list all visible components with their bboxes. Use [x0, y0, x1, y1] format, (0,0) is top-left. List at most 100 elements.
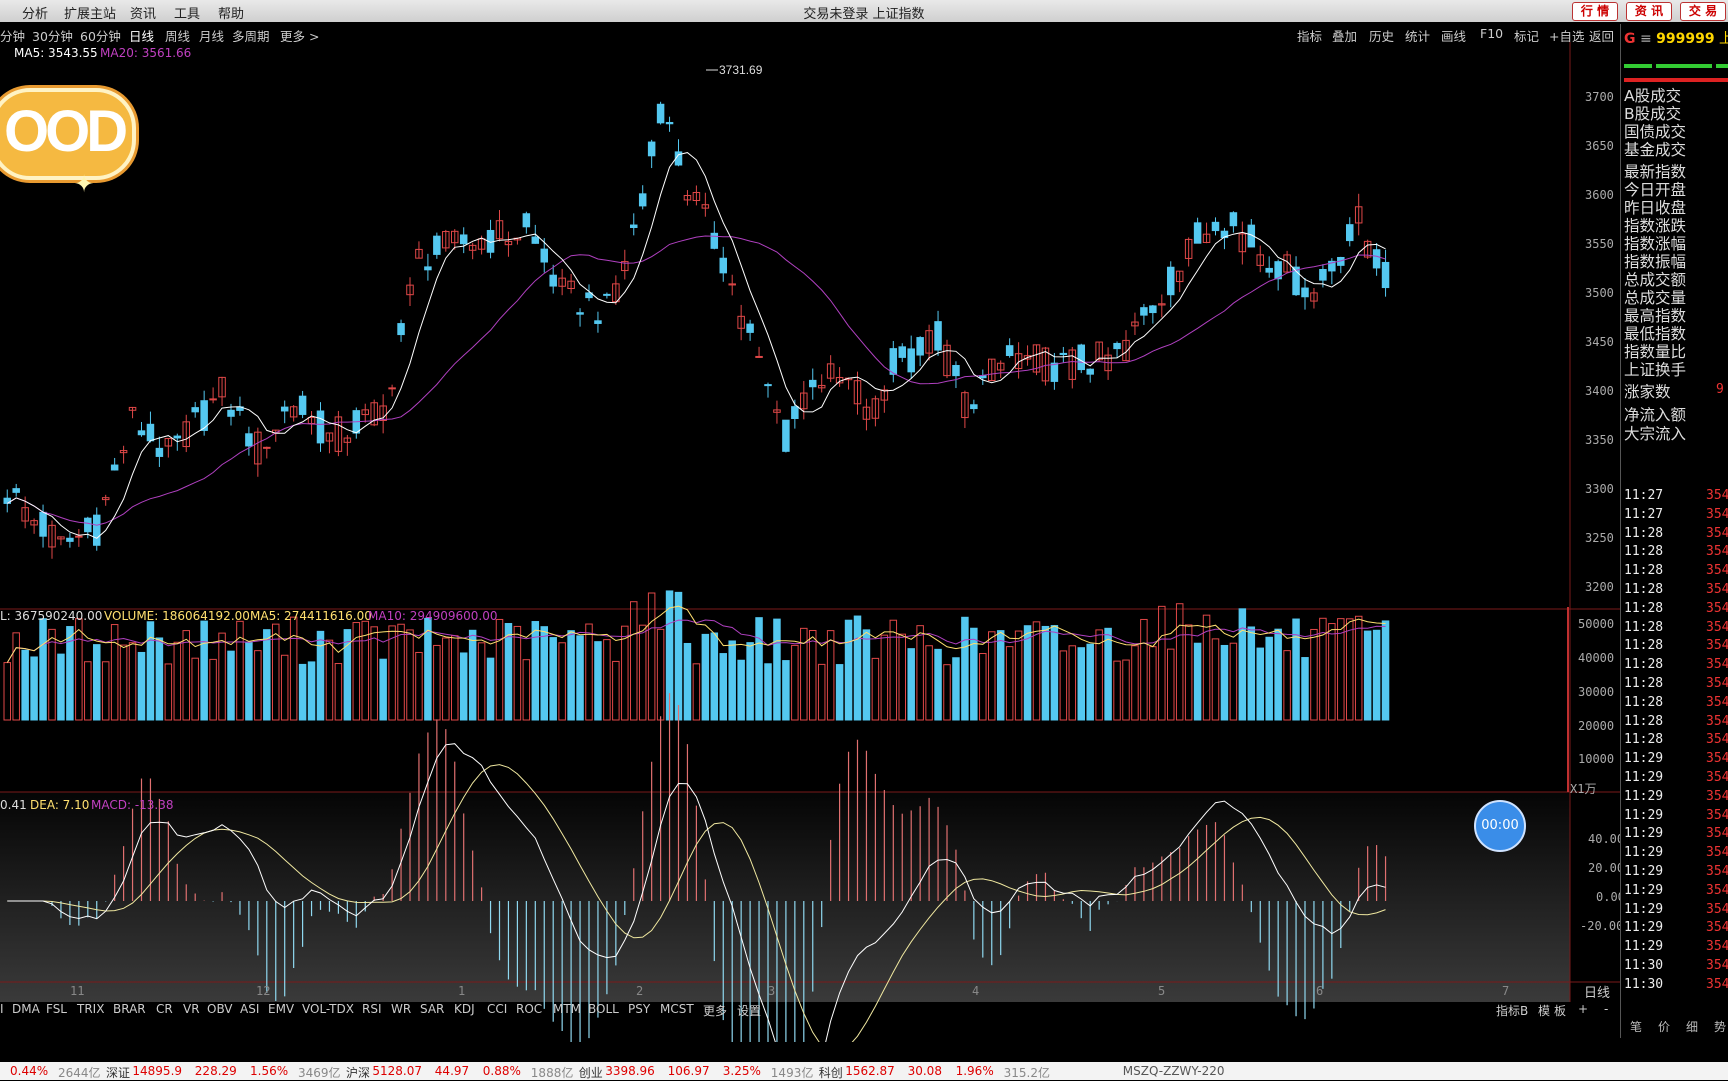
candle — [782, 419, 790, 452]
ind-tab-mtm[interactable]: MTM — [553, 1002, 581, 1016]
month-tick: 5 — [1158, 984, 1166, 998]
candle — [889, 348, 898, 375]
volume-bar — [1104, 627, 1112, 721]
ind-tab-vr[interactable]: VR — [183, 1002, 200, 1016]
volume-bar — [245, 641, 253, 721]
ind-tab-vol-tdx[interactable]: VOL-TDX — [302, 1002, 354, 1016]
ind-tab-dma[interactable]: DMA — [12, 1002, 40, 1016]
tool-f10[interactable]: F10 — [1480, 26, 1503, 41]
tick-price: 354 — [1706, 619, 1728, 635]
volume-bar — [594, 641, 602, 721]
ind-tab-cr[interactable]: CR — [156, 1002, 173, 1016]
quote-label: 上证换手 — [1624, 361, 1687, 379]
volume-bar — [782, 660, 790, 721]
timer-badge[interactable]: 00:00 — [1474, 800, 1526, 852]
candle — [137, 430, 146, 436]
price-tick: 3550 — [1585, 237, 1614, 251]
tick-price: 354 — [1706, 845, 1728, 861]
tick-price: 354 — [1706, 582, 1728, 597]
candle — [1319, 269, 1327, 281]
flow-label: 涨家数 — [1624, 383, 1671, 401]
stock-code-suffix: 上 — [1719, 31, 1728, 47]
status-item: 3398.96 — [605, 1064, 655, 1078]
month-tick: 7 — [1502, 984, 1510, 998]
status-item: 44.97 — [434, 1064, 470, 1078]
ind-tab[interactable]: I — [0, 1002, 4, 1016]
ind-tab-more[interactable]: 更多 — [703, 1002, 727, 1019]
status-item: 315.2亿 — [1003, 1066, 1050, 1080]
ind-tab-kdj[interactable]: KDJ — [454, 1002, 475, 1016]
ind-tab-sar[interactable]: SAR — [420, 1002, 444, 1016]
candle — [907, 348, 915, 373]
candle — [540, 248, 548, 263]
status-item: 沪深 — [346, 1066, 371, 1080]
news-button[interactable]: 资 讯 — [1626, 2, 1672, 21]
quote-button[interactable]: 行 情 — [1572, 2, 1618, 21]
zoom-out-button[interactable]: - — [1604, 1002, 1608, 1016]
tick-time: 11:29 — [1624, 770, 1664, 785]
ind-tab-fsl[interactable]: FSL — [46, 1002, 67, 1016]
ind-tab-mo[interactable]: 模 — [1538, 1002, 1550, 1019]
ind-tab-psy[interactable]: PSY — [628, 1002, 650, 1016]
tick-time: 11:29 — [1624, 901, 1664, 917]
tick-time: 11:29 — [1624, 826, 1664, 842]
ind-tab-asi[interactable]: ASI — [240, 1002, 259, 1016]
tab-jia[interactable]: 价 — [1658, 1018, 1670, 1035]
tick-price: 354 — [1706, 788, 1728, 804]
volume-bar — [934, 648, 942, 721]
tick-time: 11:27 — [1624, 506, 1664, 522]
ind-tab-cci[interactable]: CCI — [487, 1002, 507, 1016]
volume-bar — [737, 659, 745, 721]
tick-price: 354 — [1706, 506, 1728, 522]
ind-tab-brar[interactable]: BRAR — [113, 1002, 146, 1016]
candle — [1229, 212, 1238, 227]
status-item: MSZQ-ZZWY-220 — [1122, 1064, 1225, 1078]
tab-shi[interactable]: 势 — [1714, 1018, 1726, 1035]
status-item: 1888亿 — [530, 1066, 574, 1080]
candle — [1059, 352, 1068, 356]
ind-tab-emv[interactable]: EMV — [268, 1002, 294, 1016]
volume-bar — [1050, 625, 1059, 721]
volume-bar — [30, 656, 38, 721]
volume-bar — [1363, 630, 1372, 721]
ind-tab-ban[interactable]: 板 — [1554, 1002, 1566, 1019]
ind-tab-b[interactable]: 指标B — [1496, 1002, 1528, 1019]
volume-bar — [1292, 618, 1300, 721]
price-tick: 3200 — [1585, 580, 1614, 594]
volume-bar — [719, 653, 727, 721]
ind-tab-settings[interactable]: 设置 — [737, 1002, 761, 1019]
volume-bar — [146, 621, 155, 721]
ind-tab-wr[interactable]: WR — [391, 1002, 411, 1016]
volume-bar — [531, 621, 540, 721]
zoom-in-button[interactable]: + — [1578, 1002, 1588, 1016]
ind-tab-mcst[interactable]: MCST — [660, 1002, 694, 1016]
tick-time: 11:27 — [1624, 488, 1664, 503]
tab-xi[interactable]: 细 — [1686, 1018, 1698, 1035]
ind-tab-boll[interactable]: BOLL — [588, 1002, 619, 1016]
volume-bar — [1220, 644, 1229, 721]
candle — [1077, 344, 1085, 371]
tick-price: 354 — [1706, 732, 1728, 748]
volume-bar — [1077, 647, 1085, 721]
tab-bi[interactable]: 笔 — [1630, 1018, 1642, 1035]
candle — [1265, 267, 1273, 273]
ind-tab-rsi[interactable]: RSI — [362, 1002, 382, 1016]
candle — [898, 346, 906, 358]
volume-legend-value: VOLUME: 186064192.00 — [104, 609, 250, 623]
tick-price: 354 — [1706, 807, 1728, 823]
volume-bar — [961, 616, 969, 721]
status-item: 30.08 — [907, 1064, 942, 1078]
candle — [3, 497, 11, 504]
volume-bar — [853, 615, 862, 721]
ind-tab-obv[interactable]: OBV — [207, 1002, 233, 1016]
trade-button[interactable]: 交 易 — [1680, 2, 1726, 21]
tick-time: 11:28 — [1624, 544, 1664, 560]
ind-tab-roc[interactable]: ROC — [516, 1002, 542, 1016]
volume-bar — [1381, 620, 1390, 721]
volume-bar — [137, 651, 146, 721]
volume-tick: 40000 — [1578, 651, 1615, 665]
volume-bar — [764, 663, 772, 721]
kline-chart[interactable]: 3731.69 — [0, 42, 1620, 1042]
ind-tab-trix[interactable]: TRIX — [77, 1002, 104, 1016]
tick-time: 11:28 — [1624, 600, 1664, 616]
